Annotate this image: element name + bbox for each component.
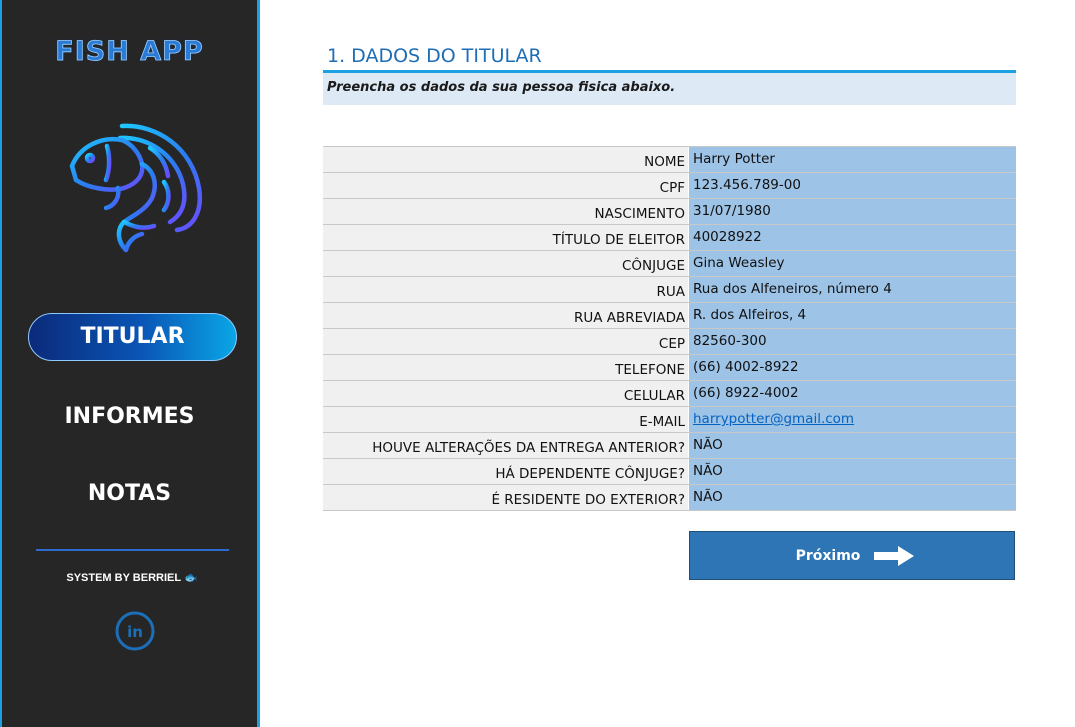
conjuge-field[interactable]: Gina Weasley [688,251,1016,276]
next-button[interactable]: Próximo [689,531,1015,580]
titulo-eleitor-field[interactable]: 40028922 [688,225,1016,250]
form-row-conjuge: CÔNJUGE Gina Weasley [323,251,1016,277]
form-row-nome: NOME Harry Potter [323,147,1016,173]
sidebar-divider [36,549,229,551]
telefone-field[interactable]: (66) 4002-8922 [688,355,1016,380]
form-row-cep: CEP 82560-300 [323,329,1016,355]
field-label: HOUVE ALTERAÇÕES DA ENTREGA ANTERIOR? [323,433,688,458]
field-label: TELEFONE [323,355,688,380]
field-label: RUA [323,277,688,302]
small-fish-icon: 🐟 [183,572,198,584]
app-title: FISH APP [55,36,204,68]
field-label: CÔNJUGE [323,251,688,276]
section-title: 1. DADOS DO TITULAR [327,45,542,67]
field-label: É RESIDENTE DO EXTERIOR? [323,485,688,510]
linkedin-icon[interactable]: in [114,610,156,652]
form-row-rua: RUA Rua dos Alfeneiros, número 4 [323,277,1016,303]
rua-field[interactable]: Rua dos Alfeneiros, número 4 [688,277,1016,302]
field-label: NOME [323,147,688,172]
form-row-email: E-MAIL harrypotter@gmail.com [323,407,1016,433]
credit-label: SYSTEM BY BERRIEL [66,572,181,584]
form-row-telefone: TELEFONE (66) 4002-8922 [323,355,1016,381]
linkedin-label: in [127,623,143,641]
cep-field[interactable]: 82560-300 [688,329,1016,354]
field-label: NASCIMENTO [323,199,688,224]
nascimento-field[interactable]: 31/07/1980 [688,199,1016,224]
field-label: CELULAR [323,381,688,406]
section-subtitle: Preencha os dados da sua pessoa fisica a… [323,73,1016,105]
form-row-residente-exterior: É RESIDENTE DO EXTERIOR? NÃO [323,485,1016,511]
fish-icon [69,123,203,253]
dependente-conjuge-field[interactable]: NÃO [688,459,1016,484]
cpf-field[interactable]: 123.456.789-00 [688,173,1016,198]
arrow-right-icon [874,545,915,566]
form-row-cpf: CPF 123.456.789-00 [323,173,1016,199]
next-button-label: Próximo [795,547,861,564]
titular-form: NOME Harry Potter CPF 123.456.789-00 NAS… [323,146,1016,511]
sidebar: FISH APP TITULAR INFORMES NOTAS SYSTEM B… [0,0,260,727]
form-row-dependente-conjuge: HÁ DEPENDENTE CÔNJUGE? NÃO [323,459,1016,485]
form-row-celular: CELULAR (66) 8922-4002 [323,381,1016,407]
field-label: CPF [323,173,688,198]
form-row-nascimento: NASCIMENTO 31/07/1980 [323,199,1016,225]
form-row-alteracoes: HOUVE ALTERAÇÕES DA ENTREGA ANTERIOR? NÃ… [323,433,1016,459]
nav-titular-button[interactable]: TITULAR [28,313,237,361]
form-row-rua-abreviada: RUA ABREVIADA R. dos Alfeiros, 4 [323,303,1016,329]
form-row-titulo-eleitor: TÍTULO DE ELEITOR 40028922 [323,225,1016,251]
field-label: RUA ABREVIADA [323,303,688,328]
credit-text: SYSTEM BY BERRIEL 🐟 [2,571,262,584]
celular-field[interactable]: (66) 8922-4002 [688,381,1016,406]
nav-informes-button[interactable]: INFORMES [2,404,257,429]
field-label: TÍTULO DE ELEITOR [323,225,688,250]
email-field[interactable]: harrypotter@gmail.com [688,407,1016,432]
rua-abreviada-field[interactable]: R. dos Alfeiros, 4 [688,303,1016,328]
nav-notas-button[interactable]: NOTAS [2,481,257,506]
nome-field[interactable]: Harry Potter [688,147,1016,172]
alteracoes-field[interactable]: NÃO [688,433,1016,458]
field-label: E-MAIL [323,407,688,432]
field-label: HÁ DEPENDENTE CÔNJUGE? [323,459,688,484]
residente-exterior-field[interactable]: NÃO [688,485,1016,510]
field-label: CEP [323,329,688,354]
